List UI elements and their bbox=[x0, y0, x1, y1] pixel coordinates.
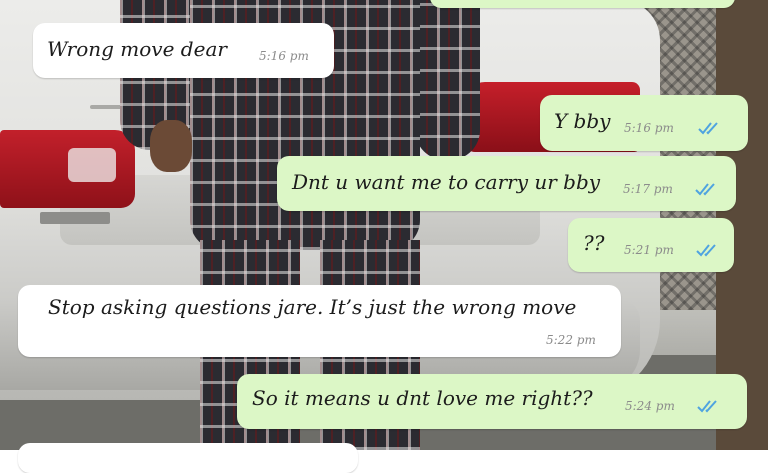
message-time: 5:21 pm bbox=[624, 243, 674, 257]
message-time: 5:24 pm bbox=[625, 399, 675, 413]
message-text: ?? bbox=[583, 231, 605, 255]
message-bubble-outgoing[interactable]: Y bby 5:16 pm bbox=[540, 95, 748, 151]
message-bubble-outgoing[interactable]: Dnt u want me to carry ur bby 5:17 pm bbox=[277, 156, 736, 211]
message-text: Y bby bbox=[554, 109, 611, 133]
double-check-icon bbox=[696, 244, 716, 257]
message-text: Stop asking questions jare. It’s just th… bbox=[48, 295, 577, 319]
message-bubble-cutoff-top[interactable] bbox=[430, 0, 735, 8]
left-tail-light bbox=[0, 130, 135, 208]
message-time: 5:22 pm bbox=[546, 333, 596, 347]
message-bubble-incoming[interactable]: Wrong move dear 5:16 pm bbox=[33, 23, 334, 78]
message-bubble-outgoing[interactable]: So it means u dnt love me right?? 5:24 p… bbox=[237, 374, 747, 429]
message-time: 5:16 pm bbox=[624, 121, 674, 135]
message-bubble-outgoing[interactable]: ?? 5:21 pm bbox=[568, 218, 734, 272]
message-bubble-cutoff-bottom[interactable] bbox=[18, 443, 358, 473]
message-bubble-incoming[interactable]: Stop asking questions jare. It’s just th… bbox=[18, 285, 621, 357]
double-check-icon bbox=[695, 183, 715, 196]
hand bbox=[150, 120, 192, 172]
car-emblem bbox=[40, 212, 110, 224]
message-text: Wrong move dear bbox=[47, 37, 227, 61]
message-text: So it means u dnt love me right?? bbox=[252, 386, 593, 410]
right-arm bbox=[415, 0, 480, 160]
message-time: 5:17 pm bbox=[623, 182, 673, 196]
double-check-icon bbox=[697, 400, 717, 413]
message-text: Dnt u want me to carry ur bby bbox=[292, 170, 601, 194]
double-check-icon bbox=[698, 122, 718, 135]
message-time: 5:16 pm bbox=[259, 49, 309, 63]
